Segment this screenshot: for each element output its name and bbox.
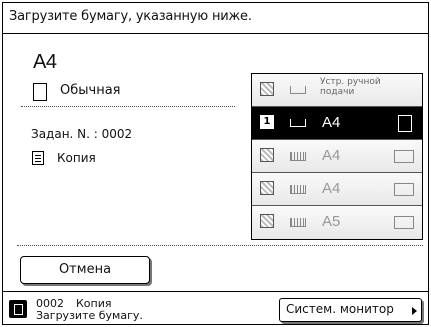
drawer-1-icon: 1 [260,115,274,129]
tray-4[interactable]: A5 [252,206,422,239]
paper-type: Обычная [60,83,121,98]
landscape-orientation-icon [394,216,414,229]
cancel-button[interactable]: Отмена [20,256,150,284]
tray-3-label: A4 [322,180,341,197]
header-divider [3,33,428,34]
job-number: Задан. N. : 0002 [31,127,133,141]
tray-2-label: A4 [322,147,341,164]
status-bar: 0002 Копия Загрузите бумагу. Систем. мони… [3,291,428,324]
tray-1-label: A4 [322,114,341,131]
paper-stack-icon [290,218,306,227]
paper-size: A4 [33,51,57,73]
buttons-divider [17,245,423,246]
document-status-icon [9,300,27,318]
status-message: Загрузите бумагу. [36,309,143,322]
landscape-orientation-icon [394,183,414,196]
job-mode: Копия [57,151,96,165]
drawer-4-icon [260,214,274,228]
job-number-value: 0002 [101,127,133,141]
paper-stack-icon [290,185,306,194]
bypass-tray-icon [260,82,274,96]
info-divider [21,106,235,107]
job-number-label: Задан. N. [31,127,90,141]
tray-3[interactable]: A4 [252,173,422,206]
system-monitor-button[interactable]: Систем. монитор [279,298,422,322]
tray-2[interactable]: A4 [252,140,422,173]
paper-load-dialog: Загрузите бумагу, указанную ниже. A4 Обы… [2,2,429,325]
tray-manual-feed[interactable]: Устр. ручной подачи [252,74,422,107]
tray-manual-label: Устр. ручной подачи [320,77,381,97]
arrow-right-icon [412,307,417,315]
system-monitor-label: Систем. монитор [286,302,394,316]
feed-slot-icon [290,119,306,127]
landscape-orientation-icon [394,150,414,163]
copy-document-icon [32,151,44,165]
tray-4-label: A5 [322,213,341,230]
paper-source-list: Устр. ручной подачи 1 A4 A4 A4 A5 [251,73,423,240]
paper-stack-icon [290,152,306,161]
instruction-message: Загрузите бумагу, указанную ниже. [9,9,252,24]
drawer-2-icon [260,148,274,162]
tray-1[interactable]: 1 A4 [252,107,422,140]
portrait-orientation-icon [398,115,412,132]
feed-slot-icon [290,86,306,94]
paper-sheet-icon [33,83,47,101]
drawer-3-icon [260,181,274,195]
